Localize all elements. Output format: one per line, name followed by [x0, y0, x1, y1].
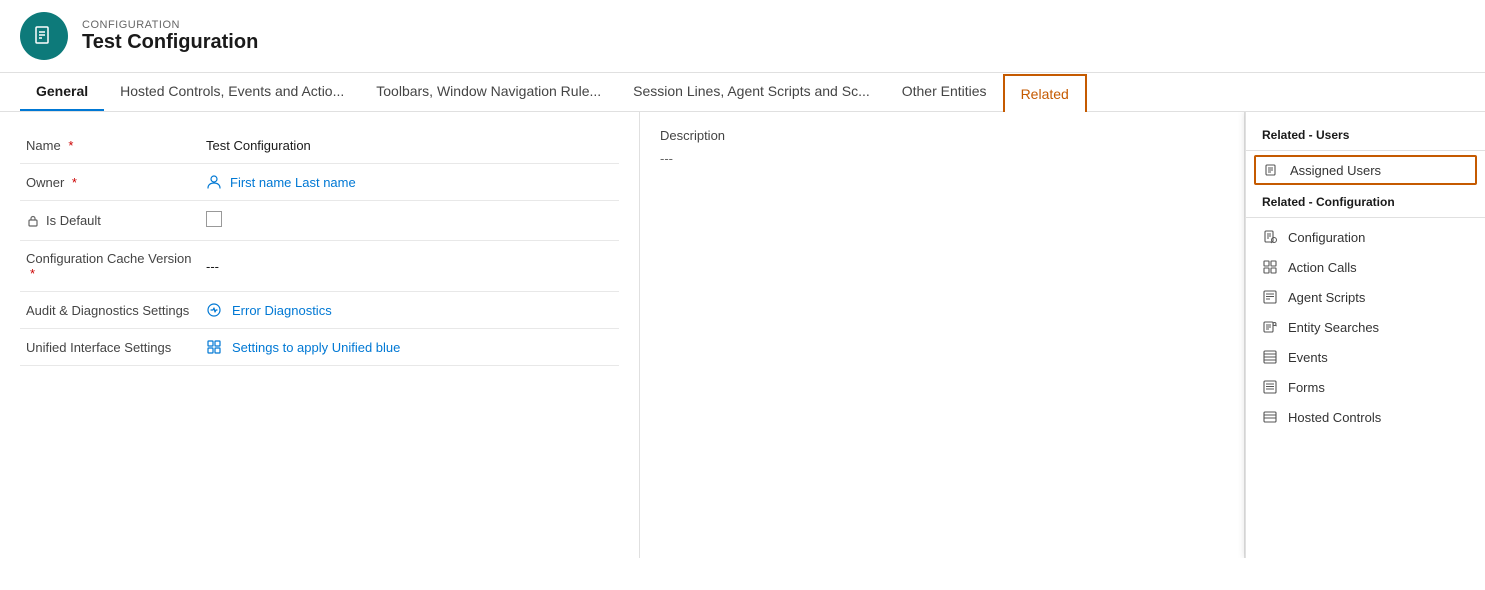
title-block: CONFIGURATION Test Configuration: [82, 19, 258, 54]
related-item-configuration[interactable]: Configuration: [1246, 222, 1485, 252]
description-panel: Description ---: [640, 112, 1245, 558]
related-item-forms[interactable]: Forms: [1246, 372, 1485, 402]
app-header: CONFIGURATION Test Configuration: [0, 0, 1485, 73]
name-required: *: [68, 138, 73, 153]
diagnostics-icon: [206, 302, 222, 318]
entity-searches-label: Entity Searches: [1288, 320, 1379, 335]
description-label: Description: [660, 128, 1224, 143]
table-row: Configuration Cache Version * ---: [20, 241, 619, 292]
nav-tabs: General Hosted Controls, Events and Acti…: [0, 73, 1485, 112]
name-value: Test Configuration: [200, 128, 619, 164]
entity-searches-icon: [1262, 319, 1278, 335]
unified-value[interactable]: Settings to apply Unified blue: [200, 329, 619, 365]
cache-version-value: ---: [200, 241, 619, 292]
related-item-action-calls[interactable]: Action Calls: [1246, 252, 1485, 282]
configuration-label: Configuration: [1288, 230, 1365, 245]
unified-label: Unified Interface Settings: [20, 329, 200, 366]
agent-scripts-icon: [1262, 289, 1278, 305]
events-label: Events: [1288, 350, 1328, 365]
is-default-checkbox[interactable]: [206, 211, 222, 227]
table-row: Owner * First name Last name: [20, 164, 619, 201]
agent-scripts-label: Agent Scripts: [1288, 290, 1365, 305]
hosted-controls-icon: [1262, 409, 1278, 425]
related-item-agent-scripts[interactable]: Agent Scripts: [1246, 282, 1485, 312]
cache-required: *: [30, 266, 35, 281]
action-calls-label: Action Calls: [1288, 260, 1357, 275]
related-item-assigned-users[interactable]: Assigned Users: [1254, 155, 1477, 185]
divider: [1246, 150, 1485, 151]
events-icon: [1262, 349, 1278, 365]
owner-required: *: [72, 175, 77, 190]
owner-value[interactable]: First name Last name: [200, 164, 619, 200]
main-content: Name * Test Configuration Owner *: [0, 112, 1485, 558]
owner-label: Owner *: [20, 164, 200, 201]
lock-icon: [26, 214, 40, 228]
configuration-icon: [1262, 229, 1278, 245]
person-icon: [206, 174, 222, 190]
settings-icon: [206, 339, 222, 355]
divider: [1246, 217, 1485, 218]
table-row: Audit & Diagnostics Settings Error Diagn…: [20, 292, 619, 329]
action-calls-icon: [1262, 259, 1278, 275]
table-row: Unified Interface Settings Settings to a…: [20, 329, 619, 366]
is-default-label: Is Default: [20, 201, 200, 241]
related-users-header: Related - Users: [1246, 120, 1485, 146]
related-item-entity-searches[interactable]: Entity Searches: [1246, 312, 1485, 342]
tab-toolbars[interactable]: Toolbars, Window Navigation Rule...: [360, 73, 617, 111]
form-table: Name * Test Configuration Owner *: [20, 128, 619, 366]
app-subtitle: CONFIGURATION: [82, 19, 258, 31]
tab-session-lines[interactable]: Session Lines, Agent Scripts and Sc...: [617, 73, 886, 111]
cache-version-label: Configuration Cache Version *: [20, 241, 200, 292]
table-row: Is Default: [20, 201, 619, 241]
table-row: Name * Test Configuration: [20, 128, 619, 164]
tab-hosted-controls-events[interactable]: Hosted Controls, Events and Actio...: [104, 73, 360, 111]
audit-label: Audit & Diagnostics Settings: [20, 292, 200, 329]
tab-related[interactable]: Related: [1003, 74, 1087, 112]
users-icon: [1264, 162, 1280, 178]
related-config-header: Related - Configuration: [1246, 187, 1485, 213]
related-panel: Related - Users Assigned Users Related -…: [1245, 112, 1485, 558]
form-panel: Name * Test Configuration Owner *: [0, 112, 640, 558]
description-value: ---: [660, 151, 1224, 166]
is-default-value: [200, 201, 619, 241]
tab-other-entities[interactable]: Other Entities: [886, 73, 1003, 111]
related-item-events[interactable]: Events: [1246, 342, 1485, 372]
assigned-users-label: Assigned Users: [1290, 163, 1381, 178]
app-title: Test Configuration: [82, 31, 258, 54]
related-item-hosted-controls[interactable]: Hosted Controls: [1246, 402, 1485, 432]
audit-value[interactable]: Error Diagnostics: [200, 292, 619, 328]
tab-general[interactable]: General: [20, 73, 104, 111]
name-label: Name *: [20, 128, 200, 164]
forms-label: Forms: [1288, 380, 1325, 395]
app-icon: [20, 12, 68, 60]
forms-icon: [1262, 379, 1278, 395]
hosted-controls-label: Hosted Controls: [1288, 410, 1381, 425]
